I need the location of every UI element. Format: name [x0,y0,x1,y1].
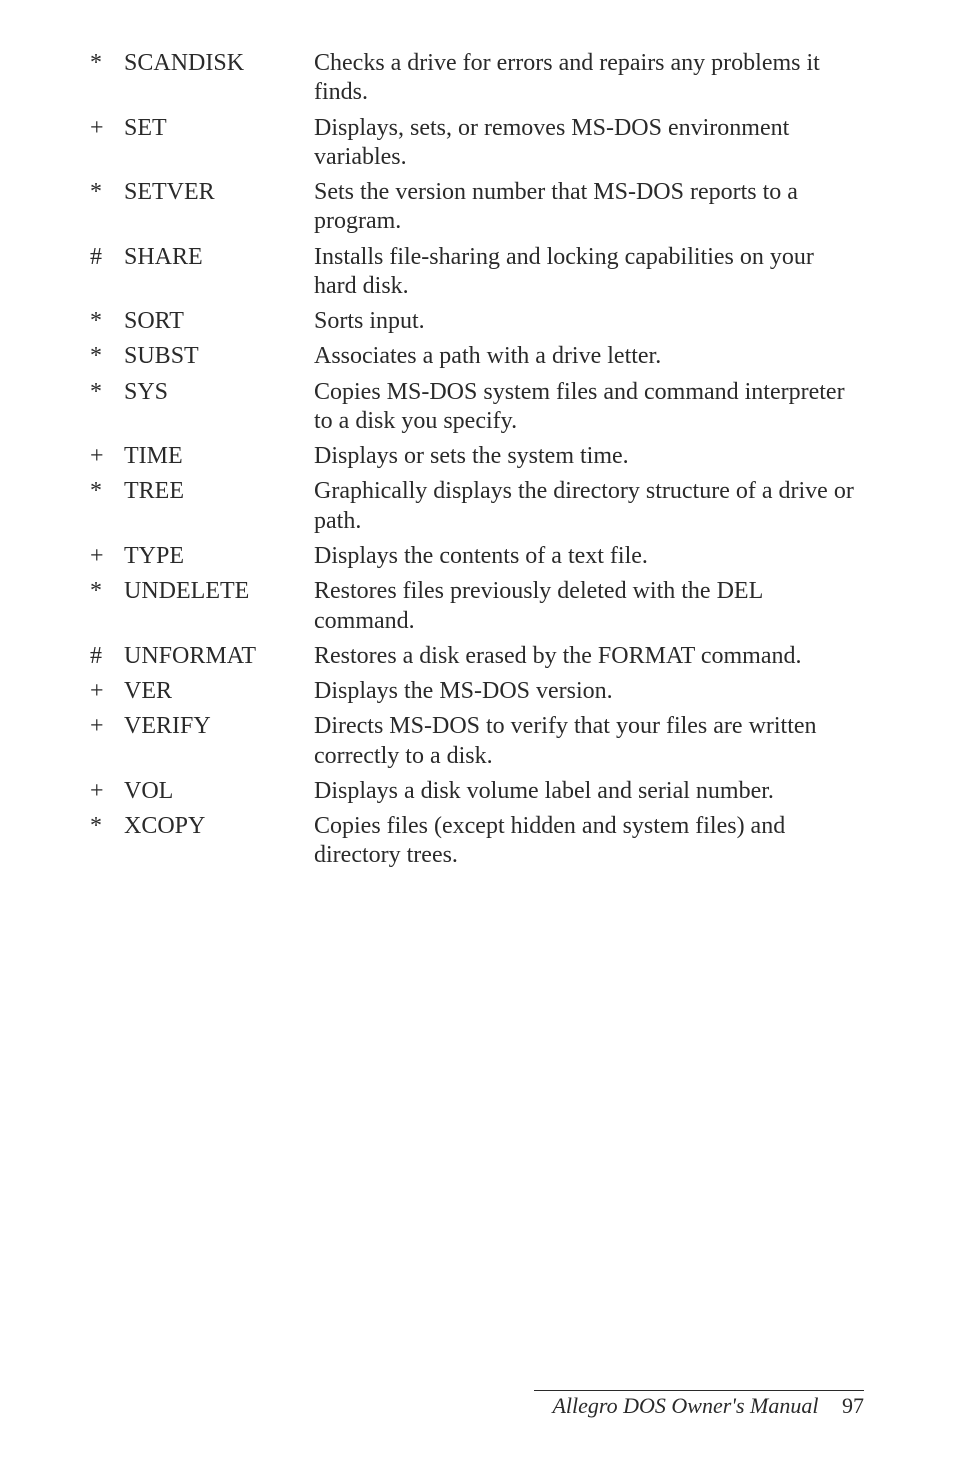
footer-page-number: 97 [842,1393,864,1418]
row-description: Displays the contents of a text file. [314,539,864,574]
table-row: + VERIFY Directs MS-DOS to verify that y… [90,709,864,774]
row-description: Copies MS-DOS system files and command i… [314,375,864,440]
row-command: VOL [124,774,314,809]
row-marker: + [90,111,124,176]
row-command: VERIFY [124,709,314,774]
row-command: SETVER [124,175,314,240]
row-marker: + [90,539,124,574]
row-description: Sorts input. [314,304,864,339]
row-description: Displays or sets the system time. [314,439,864,474]
table-row: * SCANDISK Checks a drive for errors and… [90,46,864,111]
row-marker: * [90,474,124,539]
table-row: * UNDELETE Restores files previously del… [90,574,864,639]
row-marker: * [90,46,124,111]
row-command: SYS [124,375,314,440]
table-row: * SUBST Associates a path with a drive l… [90,339,864,374]
table-row: * SYS Copies MS-DOS system files and com… [90,375,864,440]
table-row: + VOL Displays a disk volume label and s… [90,774,864,809]
table-row: # SHARE Installs file-sharing and lockin… [90,240,864,305]
row-marker: + [90,439,124,474]
table-row: + TIME Displays or sets the system time. [90,439,864,474]
row-marker: + [90,674,124,709]
table-row: * SETVER Sets the version number that MS… [90,175,864,240]
table-row: * XCOPY Copies files (except hidden and … [90,809,864,874]
row-command: SCANDISK [124,46,314,111]
row-command: SORT [124,304,314,339]
table-row: + VER Displays the MS-DOS version. [90,674,864,709]
row-marker: * [90,574,124,639]
row-marker: * [90,304,124,339]
page-footer: Allegro DOS Owner's Manual 97 [534,1390,864,1419]
footer-rule [534,1390,864,1391]
row-description: Displays the MS-DOS version. [314,674,864,709]
row-description: Displays a disk volume label and serial … [314,774,864,809]
row-description: Associates a path with a drive letter. [314,339,864,374]
row-marker: # [90,639,124,674]
row-description: Installs file-sharing and locking capabi… [314,240,864,305]
row-description: Graphically displays the directory struc… [314,474,864,539]
table-row: * TREE Graphically displays the director… [90,474,864,539]
footer-title: Allegro DOS Owner's Manual [552,1393,818,1418]
row-command: SET [124,111,314,176]
row-marker: + [90,774,124,809]
row-marker: * [90,339,124,374]
row-command: VER [124,674,314,709]
row-description: Restores files previously deleted with t… [314,574,864,639]
command-table: * SCANDISK Checks a drive for errors and… [90,46,864,874]
table-row: + SET Displays, sets, or removes MS-DOS … [90,111,864,176]
table-row: # UNFORMAT Restores a disk erased by the… [90,639,864,674]
row-marker: * [90,375,124,440]
row-marker: + [90,709,124,774]
row-marker: * [90,809,124,874]
table-row: * SORT Sorts input. [90,304,864,339]
row-command: TIME [124,439,314,474]
row-command: TREE [124,474,314,539]
row-description: Displays, sets, or removes MS-DOS enviro… [314,111,864,176]
row-description: Copies files (except hidden and system f… [314,809,864,874]
row-marker: * [90,175,124,240]
row-marker: # [90,240,124,305]
row-description: Checks a drive for errors and repairs an… [314,46,864,111]
row-command: TYPE [124,539,314,574]
row-command: UNFORMAT [124,639,314,674]
row-description: Directs MS-DOS to verify that your files… [314,709,864,774]
row-command: UNDELETE [124,574,314,639]
row-description: Restores a disk erased by the FORMAT com… [314,639,864,674]
table-row: + TYPE Displays the contents of a text f… [90,539,864,574]
footer-line: Allegro DOS Owner's Manual 97 [534,1393,864,1419]
row-command: SUBST [124,339,314,374]
page: * SCANDISK Checks a drive for errors and… [0,0,954,1475]
row-command: SHARE [124,240,314,305]
row-command: XCOPY [124,809,314,874]
row-description: Sets the version number that MS-DOS repo… [314,175,864,240]
